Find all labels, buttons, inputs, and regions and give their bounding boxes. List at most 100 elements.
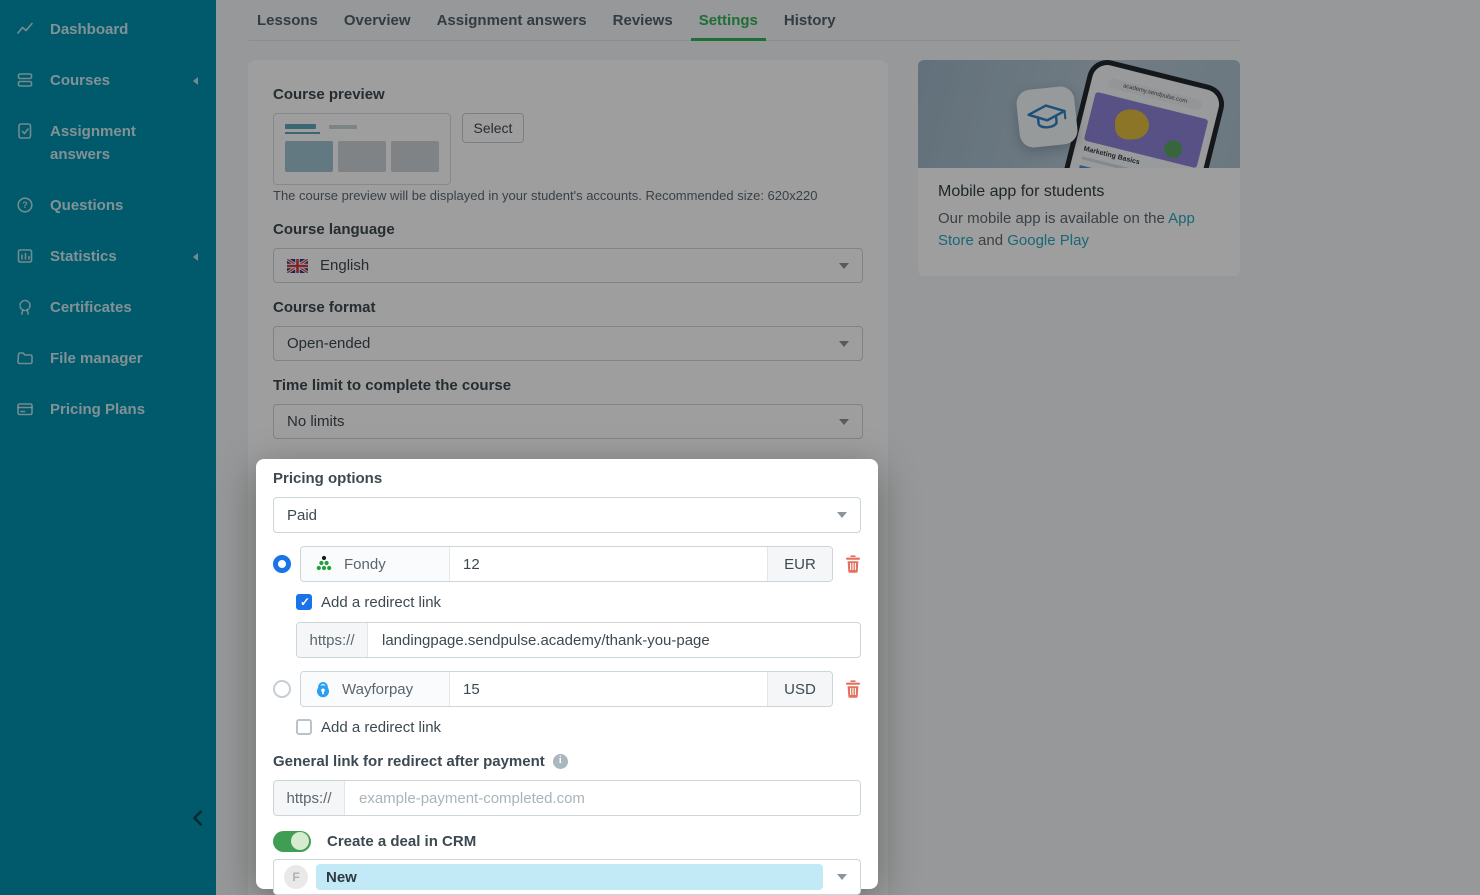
sidebar-item-label: Courses xyxy=(50,72,111,89)
sidebar-item-label: Dashboard xyxy=(50,21,129,38)
mobile-card-text: Our mobile app is available on the App S… xyxy=(938,210,1195,249)
fondy-redirect-url-input[interactable] xyxy=(368,623,860,657)
fondy-price-input[interactable] xyxy=(450,555,767,573)
sidebar-item-assignment-answers[interactable]: Assignment answers xyxy=(0,106,216,180)
general-redirect-label: General link for redirect after payment xyxy=(273,753,545,770)
chevron-left-icon xyxy=(193,77,198,85)
pricing-card-icon xyxy=(16,400,34,418)
sidebar-item-label: Certificates xyxy=(50,299,132,316)
google-play-link[interactable]: Google Play xyxy=(1007,232,1089,249)
pipeline-avatar: F xyxy=(284,865,308,889)
chevron-down-icon xyxy=(839,262,849,269)
tab-reviews[interactable]: Reviews xyxy=(605,0,681,41)
time-limit-value: No limits xyxy=(287,413,345,430)
tab-history[interactable]: History xyxy=(776,0,844,41)
fondy-redirect-row: Add a redirect link xyxy=(296,593,861,611)
sidebar-item-file-manager[interactable]: File manager xyxy=(0,333,216,384)
mobile-app-illustration: academy.sendpulse.com Marketing Basics xyxy=(918,60,1240,168)
sidebar-item-label: Statistics xyxy=(50,248,117,265)
pricing-options-panel: Pricing options Paid Fondy EUR Add a red… xyxy=(256,459,878,895)
payment-method-name: Fondy xyxy=(344,555,386,573)
fondy-logo-icon xyxy=(316,555,332,571)
course-preview-label: Course preview xyxy=(273,86,385,103)
sidebar-item-questions[interactable]: ? Questions xyxy=(0,180,216,231)
question-icon: ? xyxy=(16,196,34,214)
sidebar-item-label: Pricing Plans xyxy=(50,401,146,418)
mobile-app-card: academy.sendpulse.com Marketing Basics M… xyxy=(918,60,1240,276)
crm-deal-toggle[interactable] xyxy=(273,830,311,852)
wayforpay-currency[interactable]: USD xyxy=(767,672,832,706)
delete-fondy-button[interactable] xyxy=(845,555,861,573)
chevron-down-icon xyxy=(839,418,849,425)
pricing-options-label: Pricing options xyxy=(273,470,383,487)
sidebar-item-label: Assignment answers xyxy=(50,123,136,163)
chevron-down-icon xyxy=(837,512,847,518)
wayforpay-redirect-checkbox[interactable] xyxy=(296,719,312,735)
sidebar-item-label: Questions xyxy=(50,197,124,214)
general-redirect-url-field: https:// xyxy=(273,780,861,816)
chevron-down-icon xyxy=(839,340,849,347)
url-prefix: https:// xyxy=(297,623,368,657)
graduation-cap-icon xyxy=(1015,85,1079,149)
url-prefix: https:// xyxy=(274,781,345,815)
wayforpay-redirect-row: Add a redirect link xyxy=(296,718,861,736)
courses-icon xyxy=(16,71,34,89)
sidebar: Dashboard Courses Assignment answers ? Q… xyxy=(0,0,216,895)
redirect-checkbox-label: Add a redirect link xyxy=(321,593,442,611)
pricing-type-value: Paid xyxy=(287,506,318,524)
assignment-icon xyxy=(16,122,34,140)
chevron-down-icon xyxy=(837,874,847,880)
fondy-radio[interactable] xyxy=(273,555,291,573)
info-icon[interactable] xyxy=(552,754,568,769)
course-format-value: Open-ended xyxy=(287,335,371,352)
delete-wayforpay-button[interactable] xyxy=(845,680,861,698)
sidebar-item-statistics[interactable]: Statistics xyxy=(0,231,216,282)
tab-assignment-answers[interactable]: Assignment answers xyxy=(429,0,595,41)
wayforpay-radio[interactable] xyxy=(273,680,291,698)
time-limit-label: Time limit to complete the course xyxy=(273,377,512,394)
course-format-label: Course format xyxy=(273,299,376,316)
tab-settings[interactable]: Settings xyxy=(690,0,766,41)
sidebar-item-dashboard[interactable]: Dashboard xyxy=(0,4,216,55)
general-redirect-url-input[interactable] xyxy=(345,781,860,815)
select-preview-button[interactable]: Select xyxy=(462,113,524,143)
payment-method-name: Wayforpay xyxy=(342,680,414,698)
course-tabs: Lessons Overview Assignment answers Revi… xyxy=(249,0,1240,41)
statistics-icon xyxy=(16,247,34,265)
crm-pipeline-select[interactable]: F New xyxy=(273,859,861,895)
course-language-label: Course language xyxy=(273,221,395,238)
course-preview-helper-text: The course preview will be displayed in … xyxy=(273,188,818,203)
sidebar-item-courses[interactable]: Courses xyxy=(0,55,216,106)
course-language-value: English xyxy=(320,257,370,274)
fondy-currency[interactable]: EUR xyxy=(767,547,832,581)
fondy-price-group: Fondy EUR xyxy=(300,546,833,582)
payment-method-row-fondy: Fondy EUR xyxy=(273,546,861,582)
fondy-redirect-url-field: https:// xyxy=(296,622,861,658)
sidebar-item-certificates[interactable]: Certificates xyxy=(0,282,216,333)
payment-method-row-wayforpay: Wayforpay USD xyxy=(273,671,861,707)
tab-overview[interactable]: Overview xyxy=(336,0,419,41)
pricing-type-select[interactable]: Paid xyxy=(273,497,861,533)
wayforpay-method[interactable]: Wayforpay xyxy=(301,672,450,706)
course-language-select[interactable]: English xyxy=(273,248,863,283)
time-limit-select[interactable]: No limits xyxy=(273,404,863,439)
sidebar-item-pricing-plans[interactable]: Pricing Plans xyxy=(0,384,216,435)
sidebar-collapse-button[interactable] xyxy=(188,806,212,832)
trash-icon xyxy=(846,680,860,698)
wayforpay-logo-icon xyxy=(317,682,329,698)
uk-flag-icon xyxy=(287,258,308,273)
course-format-select[interactable]: Open-ended xyxy=(273,326,863,361)
crm-stage-value: New xyxy=(316,864,823,890)
wayforpay-price-group: Wayforpay USD xyxy=(300,671,833,707)
sidebar-nav: Dashboard Courses Assignment answers ? Q… xyxy=(0,0,216,435)
tab-lessons[interactable]: Lessons xyxy=(249,0,326,41)
redirect-checkbox-label: Add a redirect link xyxy=(321,718,442,736)
fondy-method[interactable]: Fondy xyxy=(301,547,450,581)
chevron-left-icon xyxy=(193,253,198,261)
crm-deal-label: Create a deal in CRM xyxy=(327,832,477,850)
wayforpay-price-input[interactable] xyxy=(450,680,767,698)
mobile-card-title: Mobile app for students xyxy=(938,183,1105,200)
chart-line-icon xyxy=(16,20,34,38)
fondy-redirect-checkbox[interactable] xyxy=(296,594,312,610)
folder-icon xyxy=(16,349,34,367)
